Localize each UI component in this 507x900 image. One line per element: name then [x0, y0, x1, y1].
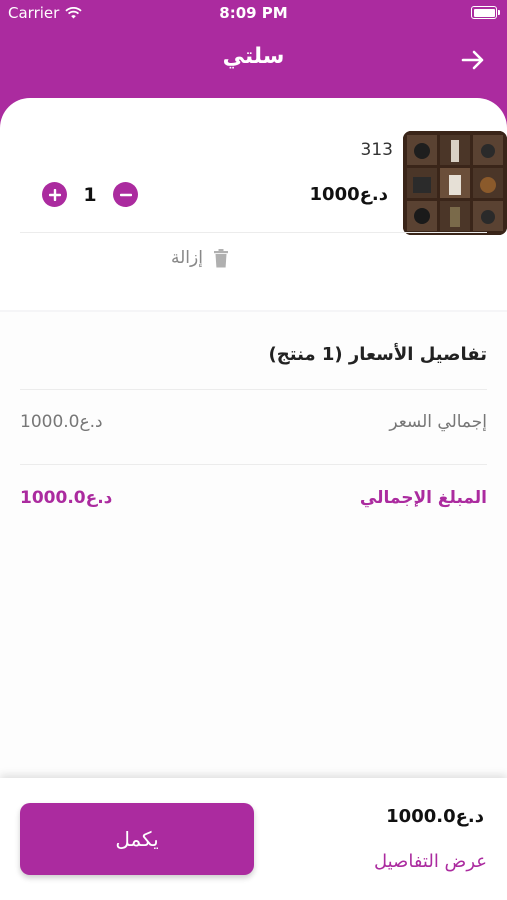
- page-title: سلتي: [222, 44, 285, 69]
- status-time: 8:09 PM: [219, 4, 288, 22]
- total-label: المبلغ الإجمالي: [359, 488, 487, 508]
- subtotal-label: إجمالي السعر: [389, 412, 487, 432]
- total-value: 1000.0د.ع: [20, 488, 113, 508]
- product-photo: [403, 131, 507, 235]
- price-details-title: تفاصيل الأسعار (1 منتج): [268, 344, 487, 365]
- footer-total: 1000.0د.ع: [386, 806, 484, 827]
- remove-label: إزالة: [171, 248, 203, 268]
- product-image[interactable]: [403, 131, 507, 235]
- checkout-footer: يكمل 1000.0د.ع عرض التفاصيل: [0, 778, 507, 900]
- plus-icon: [48, 188, 61, 201]
- status-bar: Carrier 8:09 PM: [0, 0, 507, 26]
- decrease-quantity-button[interactable]: [113, 182, 138, 207]
- cart-item-card: 313 1000د.ع 1 إزالة: [0, 98, 507, 310]
- price-details-section: تفاصيل الأسعار (1 منتج) إجمالي السعر 100…: [0, 312, 507, 778]
- trash-icon: [213, 248, 228, 267]
- remove-item-button[interactable]: إزالة: [171, 248, 229, 268]
- product-name: 313: [360, 140, 393, 160]
- details-divider-top: [20, 389, 487, 390]
- minus-icon: [119, 193, 132, 196]
- continue-button[interactable]: يكمل: [20, 803, 254, 875]
- product-price: 1000د.ع: [309, 184, 388, 205]
- arrow-right-icon: [461, 50, 484, 70]
- quantity-value: 1: [83, 183, 97, 206]
- back-button[interactable]: [459, 46, 487, 74]
- item-divider: [20, 232, 487, 233]
- quantity-stepper: 1: [42, 182, 138, 207]
- view-details-link[interactable]: عرض التفاصيل: [374, 851, 487, 872]
- details-divider-bottom: [20, 464, 487, 465]
- subtotal-value: 1000.0د.ع: [20, 412, 103, 432]
- battery-icon: [471, 6, 500, 19]
- increase-quantity-button[interactable]: [42, 182, 67, 207]
